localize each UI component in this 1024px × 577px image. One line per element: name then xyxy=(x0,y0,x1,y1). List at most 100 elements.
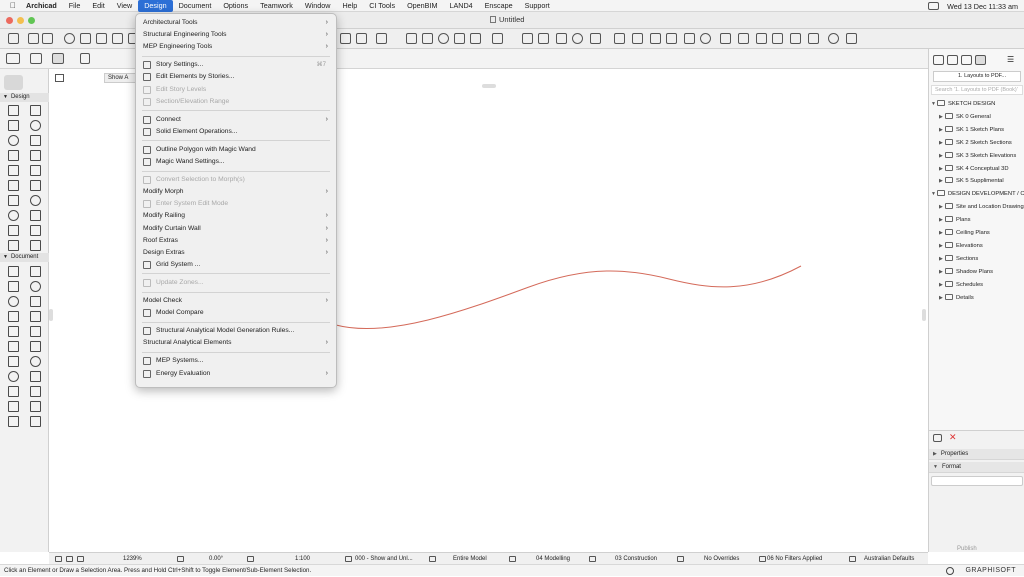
layout-book-icon[interactable] xyxy=(961,55,972,65)
toolbar-tool-33-icon[interactable] xyxy=(738,33,749,44)
left-panel-handle[interactable] xyxy=(49,309,53,321)
tree-item[interactable]: ▶ SK 3 Sketch Elevations xyxy=(939,151,1016,160)
toolbox-tool-6-1-icon[interactable] xyxy=(30,195,41,206)
toolbox-tool-16-0-icon[interactable] xyxy=(8,356,19,367)
properties-header[interactable]: ▶ Properties xyxy=(929,449,1024,460)
tree-item[interactable]: ▶ SK 5 Supplimental xyxy=(939,177,1004,185)
toolbar-tool-28-icon[interactable] xyxy=(650,33,661,44)
toolbox-tool-7-0-icon[interactable] xyxy=(8,210,19,221)
dimension-icon[interactable] xyxy=(849,556,856,562)
menu-item-mep-systems[interactable]: MEP Systems... xyxy=(136,355,336,367)
toolbox-tool-14-0-icon[interactable] xyxy=(8,326,19,337)
toolbar-tool-24-icon[interactable] xyxy=(572,33,583,44)
toolbar-tool-38-icon[interactable] xyxy=(828,33,839,44)
toolbox-tool-5-0-icon[interactable] xyxy=(8,180,19,191)
toolbox-tool-9-0-icon[interactable] xyxy=(8,240,19,251)
menu-item-mep-engineering-tools[interactable]: MEP Engineering Tools › xyxy=(136,41,336,53)
menu-help[interactable]: Help xyxy=(336,0,363,12)
menu-item-model-compare[interactable]: Model Compare xyxy=(136,307,336,319)
toolbar-tool-26-icon[interactable] xyxy=(614,33,625,44)
view-map-icon[interactable] xyxy=(947,55,958,65)
toolbox-tool-10-0-icon[interactable] xyxy=(8,266,19,277)
toolbox-tool-0-0-icon[interactable] xyxy=(8,105,19,116)
toolbox-tool-10-1-icon[interactable] xyxy=(30,266,41,277)
toolbox-tool-11-0-icon[interactable] xyxy=(8,281,19,292)
format-select[interactable] xyxy=(931,476,1023,486)
toolbox-tool-13-0-icon[interactable] xyxy=(8,311,19,322)
toolbar-tool-31-icon[interactable] xyxy=(700,33,711,44)
toolbar-tool-32-icon[interactable] xyxy=(720,33,731,44)
toolbox-tool-19-0-icon[interactable] xyxy=(8,401,19,412)
toolbox-tool-8-1-icon[interactable] xyxy=(30,225,41,236)
override-icon[interactable] xyxy=(677,556,684,562)
menu-land4[interactable]: LAND4 xyxy=(443,0,478,12)
toolbar-tool-27-icon[interactable] xyxy=(632,33,643,44)
menu-app-name[interactable]: Archicad xyxy=(20,0,63,12)
toolbox-tool-4-1-icon[interactable] xyxy=(30,165,41,176)
menu-item-structural-analytical-elements[interactable]: Structural Analytical Elements › xyxy=(136,337,336,349)
toolbox-tool-7-1-icon[interactable] xyxy=(30,210,41,221)
menu-view[interactable]: View xyxy=(111,0,138,12)
toolbox-tool-15-0-icon[interactable] xyxy=(8,341,19,352)
tree-item[interactable]: ▶ SK 4 Conceptual 3D xyxy=(939,164,1009,173)
toolbox-tool-0-1-icon[interactable] xyxy=(30,105,41,116)
navigator-search[interactable]: Search '1. Layouts to PDF (Book)' xyxy=(931,85,1023,95)
menu-item-solid-element-operations[interactable]: Solid Element Operations... xyxy=(136,126,336,138)
close-window-button[interactable] xyxy=(6,17,13,24)
toolbar-tool-19-icon[interactable] xyxy=(470,33,481,44)
toolbox-tool-11-1-icon[interactable] xyxy=(30,281,41,292)
toolbar-tool-0-icon[interactable] xyxy=(8,33,19,44)
menu-item-structural-analytical-model-generation-rules[interactable]: Structural Analytical Model Generation R… xyxy=(136,325,336,337)
right-panel-handle[interactable] xyxy=(922,309,926,321)
menu-item-architectural-tools[interactable]: Architectural Tools › xyxy=(136,17,336,29)
menu-item-energy-evaluation[interactable]: Energy Evaluation › xyxy=(136,368,336,380)
rotate-icon[interactable] xyxy=(177,556,184,562)
toolbar-tool-18-icon[interactable] xyxy=(454,33,465,44)
view-tab[interactable]: Show A xyxy=(104,73,136,83)
toolbar-tool-3-icon[interactable] xyxy=(64,33,75,44)
mvo-icon[interactable] xyxy=(509,556,516,562)
tree-item[interactable]: ▶ Sections xyxy=(939,254,978,263)
tree-item[interactable]: ▶ SK 0 General xyxy=(939,112,991,121)
toolbox-tool-6-0-icon[interactable] xyxy=(8,195,19,206)
arrow-tool-icon[interactable] xyxy=(80,53,90,64)
tree-item[interactable]: ▶ Schedules xyxy=(939,280,983,289)
menu-teamwork[interactable]: Teamwork xyxy=(254,0,299,12)
menu-edit[interactable]: Edit xyxy=(86,0,110,12)
toolbar-tool-29-icon[interactable] xyxy=(666,33,677,44)
format-header[interactable]: ▼ Format xyxy=(929,462,1024,473)
menu-item-structural-engineering-tools[interactable]: Structural Engineering Tools › xyxy=(136,29,336,41)
clock[interactable]: Wed 13 Dec 11:33 am xyxy=(947,2,1018,11)
toolbox-tool-12-1-icon[interactable] xyxy=(30,296,41,307)
scale-icon[interactable] xyxy=(247,556,254,562)
menu-openbim[interactable]: OpenBIM xyxy=(401,0,443,12)
toolbox-tool-18-1-icon[interactable] xyxy=(30,386,41,397)
menu-item-grid-system[interactable]: Grid System ... xyxy=(136,259,336,271)
menu-ci-tools[interactable]: CI Tools xyxy=(363,0,401,12)
menu-document[interactable]: Document xyxy=(173,0,218,12)
fit-window-icon[interactable] xyxy=(77,556,84,562)
model-icon[interactable] xyxy=(429,556,436,562)
menu-item-modify-railing[interactable]: Modify Railing › xyxy=(136,210,336,222)
toolbar-tool-39-icon[interactable] xyxy=(846,33,857,44)
publisher-sets-icon[interactable] xyxy=(975,55,986,65)
menu-item-magic-wand-settings[interactable]: Magic Wand Settings... xyxy=(136,156,336,168)
toolbox-tool-1-1-icon[interactable] xyxy=(30,120,41,131)
toolbox-tool-17-0-icon[interactable] xyxy=(8,371,19,382)
menu-item-outline-polygon-with-magic-wand[interactable]: Outline Polygon with Magic Wand xyxy=(136,144,336,156)
tree-folder[interactable]: ▼ SKETCH DESIGN xyxy=(931,100,995,108)
zoom-window-button[interactable] xyxy=(28,17,35,24)
project-map-icon[interactable] xyxy=(933,55,944,65)
menu-item-connect[interactable]: Connect › xyxy=(136,114,336,126)
tree-item[interactable]: ▶ SK 2 Sketch Sections xyxy=(939,138,1012,147)
floor-plan-icon[interactable] xyxy=(6,53,20,64)
toolbox-tool-4-0-icon[interactable] xyxy=(8,165,19,176)
tree-item[interactable]: ▶ Details xyxy=(939,293,974,302)
tree-item[interactable]: ▶ Ceiling Plans xyxy=(939,229,990,237)
toolbox-tool-19-1-icon[interactable] xyxy=(30,401,41,412)
toolbar-tool-35-icon[interactable] xyxy=(772,33,783,44)
menu-icon[interactable]: ☰ xyxy=(1007,55,1018,65)
toolbox-tool-17-1-icon[interactable] xyxy=(30,371,41,382)
toolbar-tool-1-icon[interactable] xyxy=(28,33,39,44)
toolbox-tool-2-1-icon[interactable] xyxy=(30,135,41,146)
